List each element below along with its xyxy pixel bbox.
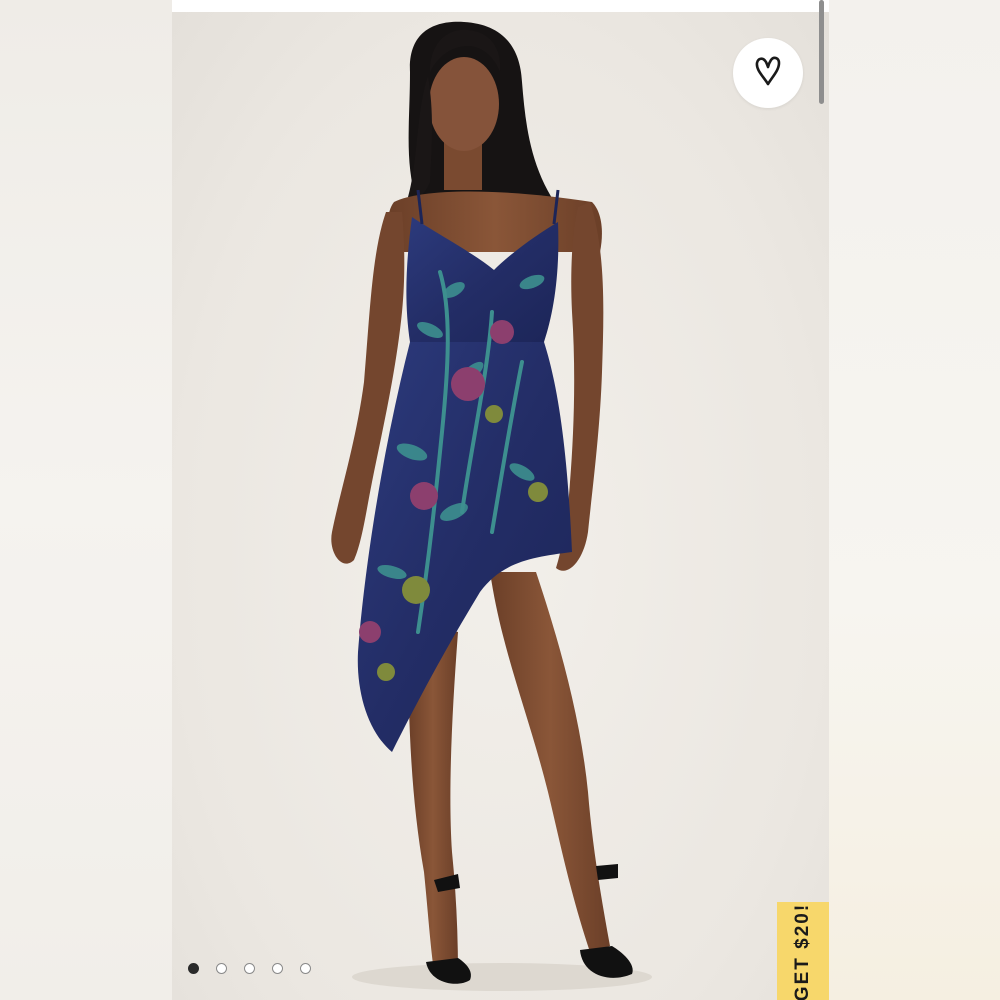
- promo-tab[interactable]: GET $20!: [777, 902, 829, 1000]
- carousel-dot[interactable]: [272, 963, 283, 974]
- left-blurred-backdrop: [0, 0, 172, 1000]
- carousel-dot[interactable]: [216, 963, 227, 974]
- heart-icon: [753, 54, 783, 93]
- promo-label: GET $20!: [792, 902, 813, 1000]
- carousel-dot[interactable]: [188, 963, 199, 974]
- carousel-dot[interactable]: [244, 963, 255, 974]
- model-illustration: [331, 21, 652, 991]
- right-blurred-backdrop: [829, 0, 1000, 1000]
- product-image[interactable]: [172, 12, 829, 1000]
- top-bar: [172, 0, 829, 12]
- scroll-indicator[interactable]: [819, 0, 824, 104]
- carousel-dot[interactable]: [300, 963, 311, 974]
- carousel-indicators: [188, 963, 311, 974]
- favorite-button[interactable]: [733, 38, 803, 108]
